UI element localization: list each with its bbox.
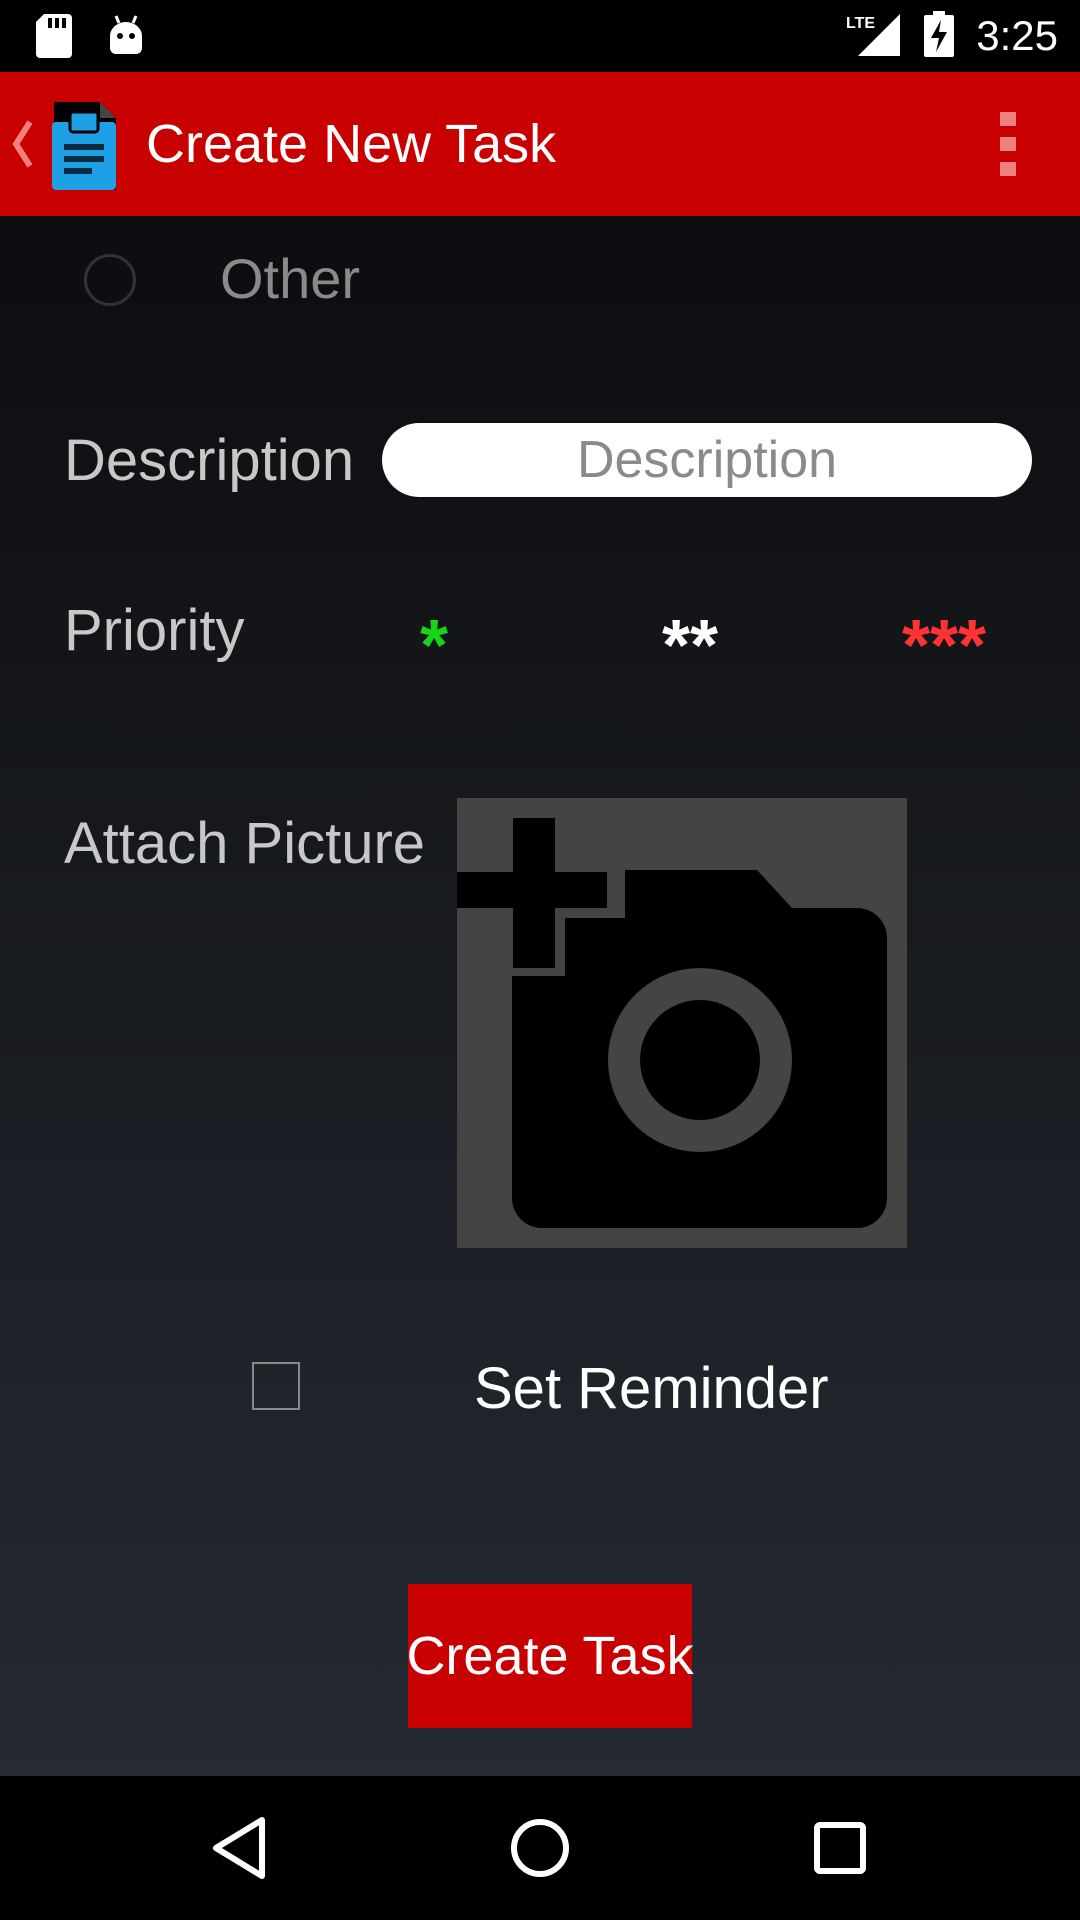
status-bar: LTE 3:25	[0, 0, 1080, 72]
sd-card-icon	[36, 14, 72, 63]
navigation-bar	[0, 1776, 1080, 1920]
overflow-menu-icon[interactable]	[990, 112, 1030, 176]
description-input[interactable]	[382, 423, 1032, 497]
priority-label: Priority	[64, 598, 245, 663]
battery-charging-icon	[924, 10, 955, 62]
screen: LTE 3:25 Create New Task Other Descripti…	[0, 0, 1080, 1920]
priority-medium-option[interactable]: **	[662, 606, 718, 686]
priority-high-option[interactable]: ***	[902, 606, 986, 686]
add-a-photo-icon	[457, 804, 887, 1228]
attach-picture-button[interactable]	[457, 798, 907, 1248]
page-title: Create New Task	[146, 114, 557, 174]
priority-low-option[interactable]: *	[420, 606, 448, 686]
recents-square-icon[interactable]	[790, 1798, 890, 1898]
clipboard-task-icon[interactable]	[48, 98, 120, 199]
category-radio-other[interactable]	[84, 254, 136, 306]
lte-signal-icon: LTE	[846, 10, 902, 63]
description-label: Description	[64, 428, 355, 493]
create-task-button[interactable]: Create Task	[406, 1584, 694, 1728]
attach-picture-label: Attach Picture	[64, 811, 426, 876]
task-form: Other Description Priority * ** *** Atta…	[0, 216, 1080, 1776]
reminder-checkbox[interactable]	[252, 1362, 300, 1410]
reminder-label[interactable]: Set Reminder	[474, 1354, 829, 1424]
home-circle-icon[interactable]	[490, 1798, 590, 1898]
back-chevron-icon[interactable]	[10, 116, 34, 177]
category-radio-label[interactable]: Other	[220, 246, 360, 312]
svg-text:LTE: LTE	[846, 15, 875, 32]
android-icon	[108, 14, 144, 63]
status-time: 3:25	[976, 12, 1058, 59]
back-triangle-icon[interactable]	[190, 1798, 290, 1898]
app-bar: Create New Task	[0, 72, 1080, 216]
